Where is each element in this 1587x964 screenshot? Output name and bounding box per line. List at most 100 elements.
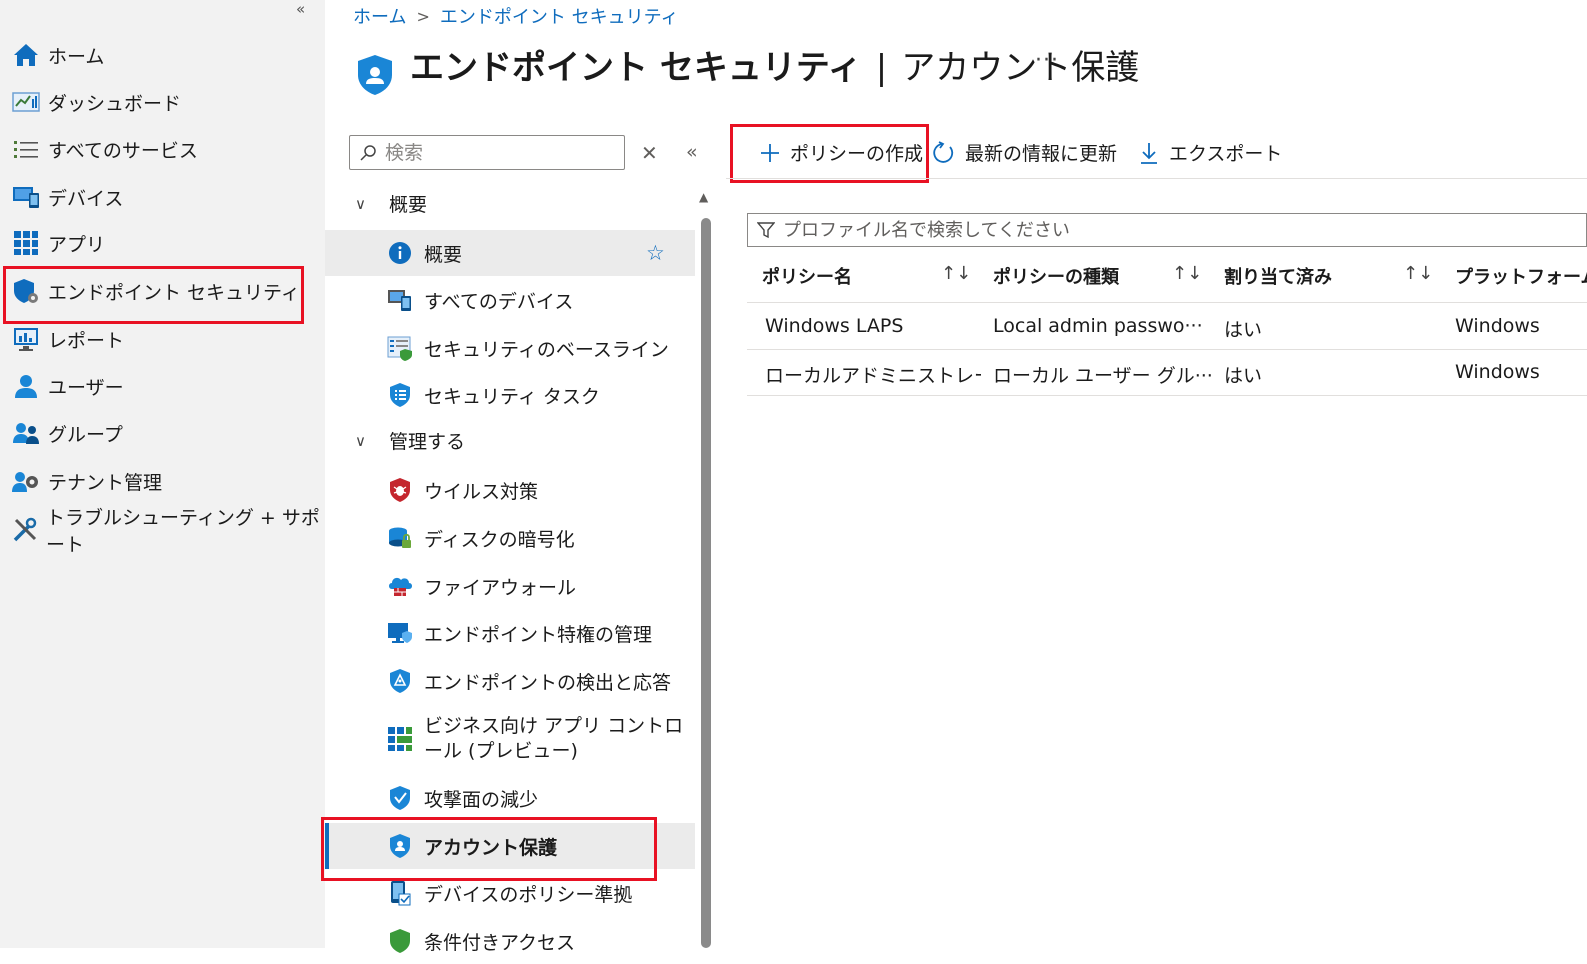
- sort-icon[interactable]: ↑↓: [941, 263, 971, 284]
- export-button[interactable]: エクスポート: [1139, 135, 1282, 170]
- user-icon: [12, 372, 40, 400]
- menu-search-box[interactable]: [349, 135, 625, 170]
- search-icon: [359, 144, 377, 162]
- menu-item-all-devices[interactable]: すべてのデバイス: [325, 277, 695, 323]
- breadcrumb-separator: >: [416, 6, 430, 26]
- column-header-policy-type[interactable]: ポリシーの種類: [993, 263, 1119, 289]
- nav-item-label: ホーム: [48, 45, 105, 68]
- scroll-up-arrow-icon[interactable]: ▲: [699, 190, 708, 204]
- favorite-star-icon[interactable]: ☆: [646, 241, 665, 265]
- nav-item-dashboard[interactable]: ダッシュボード: [0, 79, 325, 125]
- chevron-down-icon: ∨: [355, 194, 366, 213]
- account-protection-icon: [355, 53, 395, 101]
- menu-item-endpoint-privilege[interactable]: エンドポイント特権の管理: [325, 610, 695, 656]
- apps-icon: [12, 229, 40, 257]
- nav-item-groups[interactable]: グループ: [0, 410, 325, 456]
- more-options-button[interactable]: ···: [1035, 48, 1059, 73]
- table-row[interactable]: Windows LAPS Local admin passwo··· はい Wi…: [747, 302, 1587, 350]
- conditional-access-icon: [386, 927, 414, 955]
- column-header-platform[interactable]: プラットフォーム: [1455, 263, 1587, 289]
- menu-item-app-control[interactable]: ビジネス向け アプリ コントロ ール (プレビュー): [325, 706, 695, 772]
- nav-item-label: すべてのサービス: [48, 139, 198, 162]
- menu-item-disk-encryption[interactable]: ディスクの暗号化: [325, 515, 695, 561]
- breadcrumb: ホーム > エンドポイント セキュリティ: [353, 3, 679, 29]
- profile-filter-input[interactable]: [781, 218, 1565, 242]
- collapse-left-nav-button[interactable]: «: [296, 0, 305, 18]
- section-manage[interactable]: ∨ 管理する: [355, 427, 465, 454]
- disk-encryption-icon: [386, 524, 414, 552]
- nav-item-troubleshooting[interactable]: トラブルシューティング + サポート: [0, 507, 325, 556]
- table-row[interactable]: ローカルアドミニストレータの変 ローカル ユーザー グル··· はい Windo…: [747, 349, 1587, 396]
- nav-item-reports[interactable]: レポート: [0, 316, 325, 362]
- profile-filter-box[interactable]: [747, 213, 1587, 247]
- compliance-icon: [386, 879, 414, 907]
- refresh-button[interactable]: 最新の情報に更新: [931, 135, 1117, 170]
- download-icon: [1139, 142, 1159, 164]
- devices-icon: [12, 183, 40, 211]
- nav-item-devices[interactable]: デバイス: [0, 174, 325, 220]
- sort-icon[interactable]: ↑↓: [1172, 263, 1202, 284]
- menu-item-label: エンドポイントの検出と応答: [424, 671, 672, 694]
- toolbar-divider: [726, 178, 1587, 179]
- asr-icon: [386, 784, 414, 812]
- privilege-icon: [386, 619, 414, 647]
- list-icon: [12, 135, 40, 163]
- menu-item-label: セキュリティ タスク: [424, 385, 600, 408]
- tenant-admin-icon: [12, 467, 40, 495]
- refresh-icon: [931, 140, 955, 165]
- menu-item-attack-surface[interactable]: 攻撃面の減少: [325, 775, 695, 821]
- menu-item-label: ビジネス向け アプリ コントロ ール (プレビュー): [424, 715, 684, 762]
- menu-item-overview[interactable]: 概要 ☆: [325, 230, 695, 276]
- menu-item-edr[interactable]: エンドポイントの検出と応答: [325, 658, 695, 704]
- column-header-assigned[interactable]: 割り当て済み: [1224, 263, 1332, 289]
- edr-icon: [386, 667, 414, 695]
- policy-name-cell[interactable]: Windows LAPS: [765, 315, 990, 337]
- groups-icon: [12, 419, 40, 447]
- nav-item-apps[interactable]: アプリ: [0, 220, 325, 266]
- nav-item-home[interactable]: ホーム: [0, 32, 325, 78]
- nav-item-label: レポート: [48, 329, 125, 352]
- scrollbar-thumb[interactable]: [701, 218, 711, 948]
- policy-name-cell[interactable]: ローカルアドミニストレータの変: [765, 361, 981, 388]
- collapse-menu-button[interactable]: «: [686, 141, 698, 163]
- menu-item-security-tasks[interactable]: セキュリティ タスク: [325, 372, 695, 418]
- sort-icon[interactable]: ↑↓: [1403, 263, 1433, 284]
- breadcrumb-home-link[interactable]: ホーム: [353, 3, 406, 29]
- menu-item-label: 概要: [424, 243, 463, 266]
- home-icon: [12, 41, 40, 69]
- menu-item-conditional-access[interactable]: 条件付きアクセス: [325, 918, 695, 964]
- menu-item-security-baselines[interactable]: セキュリティのベースライン: [325, 325, 695, 371]
- breadcrumb-current-link[interactable]: エンドポイント セキュリティ: [440, 3, 679, 29]
- troubleshoot-icon: [12, 516, 38, 544]
- nav-item-label: ユーザー: [48, 376, 124, 399]
- nav-item-tenant-admin[interactable]: テナント管理: [0, 458, 325, 504]
- nav-item-all-services[interactable]: すべてのサービス: [0, 126, 325, 172]
- column-header-policy-name[interactable]: ポリシー名: [762, 263, 852, 289]
- page-title: エンドポイント セキュリティ | アカウント保護: [410, 48, 1140, 88]
- menu-search-input[interactable]: [383, 140, 607, 165]
- dashboard-icon: [12, 88, 40, 116]
- section-overview[interactable]: ∨ 概要: [355, 190, 427, 217]
- menu-item-label: デバイスのポリシー準拠: [424, 883, 633, 906]
- info-icon: [386, 239, 414, 267]
- menu-item-label: エンドポイント特権の管理: [424, 623, 653, 646]
- export-label: エクスポート: [1169, 143, 1283, 165]
- menu-item-device-compliance[interactable]: デバイスのポリシー準拠: [325, 870, 695, 916]
- nav-item-users[interactable]: ユーザー: [0, 363, 325, 409]
- clear-search-button[interactable]: ✕: [641, 141, 658, 165]
- policy-type-cell: ローカル ユーザー グル···: [993, 365, 1213, 387]
- nav-item-label: ダッシュボード: [48, 92, 182, 115]
- menu-item-antivirus[interactable]: ウイルス対策: [325, 467, 695, 513]
- menu-item-label: 攻撃面の減少: [424, 788, 539, 811]
- assigned-cell: はい: [1224, 365, 1263, 387]
- app-control-icon: [386, 725, 414, 753]
- nav-item-label: デバイス: [48, 187, 124, 210]
- menu-item-firewall[interactable]: ファイアウォール: [325, 563, 695, 609]
- assigned-cell: はい: [1224, 319, 1263, 341]
- all-devices-icon: [386, 286, 414, 314]
- chevron-down-icon: ∨: [355, 431, 366, 450]
- section-label: 概要: [389, 194, 428, 216]
- policy-type-cell: Local admin passwo···: [993, 315, 1203, 337]
- security-tasks-icon: [386, 381, 414, 409]
- refresh-label: 最新の情報に更新: [965, 143, 1118, 165]
